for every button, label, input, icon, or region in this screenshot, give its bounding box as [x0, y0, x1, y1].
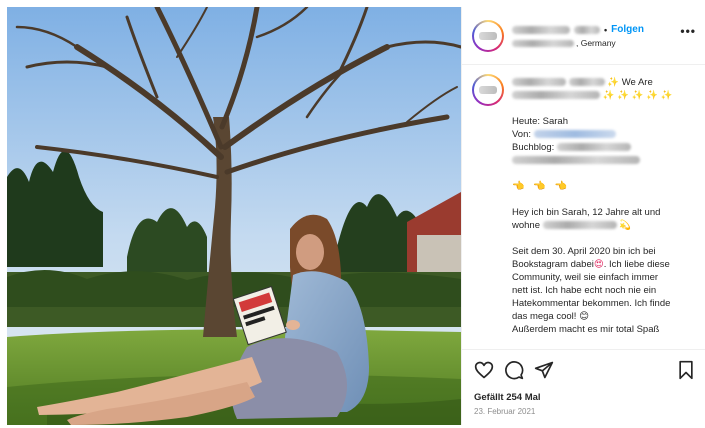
- photo-illustration: [7, 7, 461, 425]
- author-avatar[interactable]: [472, 20, 504, 52]
- intro-emoji: 💫: [619, 220, 632, 231]
- post-caption: ✨ We Are ✨ ✨ ✨ ✨ ✨ Heute: Sarah Von: Buc…: [462, 66, 705, 349]
- caption-text: ✨ We Are ✨ ✨ ✨ ✨ ✨ Heute: Sarah Von: Buc…: [512, 76, 700, 349]
- caption-title: ✨ We Are ✨ ✨ ✨ ✨ ✨: [512, 76, 700, 102]
- blog-name-redacted: [556, 143, 631, 152]
- caption-paragraph: Seit dem 30. April 2020 bin ich bei Book…: [512, 246, 671, 335]
- pointing-emojis: 👈 👈 👈: [512, 181, 570, 192]
- caption-username-redacted[interactable]: [512, 78, 566, 87]
- more-options-icon[interactable]: •••: [680, 24, 696, 38]
- post-header: • Folgen , Germany •••: [462, 7, 705, 65]
- bookmark-icon[interactable]: [676, 360, 696, 380]
- author-username-row: • Folgen: [512, 24, 644, 35]
- send-icon[interactable]: [534, 360, 554, 380]
- from-handle-redacted[interactable]: [533, 130, 616, 139]
- comment-icon[interactable]: [504, 360, 524, 380]
- caption-intro: Hey ich bin Sarah, 12 Jahre alt und wohn…: [512, 207, 661, 231]
- likes-count[interactable]: Gefällt 254 Mal: [474, 392, 541, 403]
- post-photo[interactable]: [7, 7, 461, 425]
- today-label: Heute: Sarah: [512, 116, 568, 127]
- blog-label: Buchblog:: [512, 142, 555, 153]
- location-country: , Germany: [576, 38, 616, 48]
- location-redacted: [512, 39, 574, 47]
- caption-title-redacted-2: [512, 91, 600, 100]
- caption-author-avatar[interactable]: [472, 74, 504, 106]
- heart-eyes-emoji: 😍: [593, 259, 604, 270]
- from-label: Von:: [512, 129, 532, 140]
- caption-title-redacted: [568, 78, 605, 87]
- heart-icon[interactable]: [474, 360, 494, 380]
- hometown-redacted: [542, 221, 617, 230]
- post-side-panel: • Folgen , Germany ••• ✨ We Are ✨ ✨ ✨ ✨ …: [461, 7, 705, 425]
- caption-credits: Heute: Sarah Von: Buchblog:: [512, 115, 700, 167]
- post-date: 23. Februar 2021: [474, 407, 536, 416]
- smile-emoji: 😊: [579, 311, 589, 322]
- sparkle-emoji-row: ✨ ✨ ✨ ✨ ✨: [602, 90, 673, 101]
- author-username-redacted-2: [574, 25, 600, 34]
- blog-url-redacted[interactable]: [512, 156, 640, 165]
- author-username-redacted[interactable]: [512, 25, 570, 34]
- follow-button[interactable]: Folgen: [611, 24, 644, 35]
- separator-dot: •: [604, 24, 608, 35]
- post-location[interactable]: , Germany: [512, 38, 616, 48]
- post-actions: Gefällt 254 Mal 23. Februar 2021: [462, 349, 705, 425]
